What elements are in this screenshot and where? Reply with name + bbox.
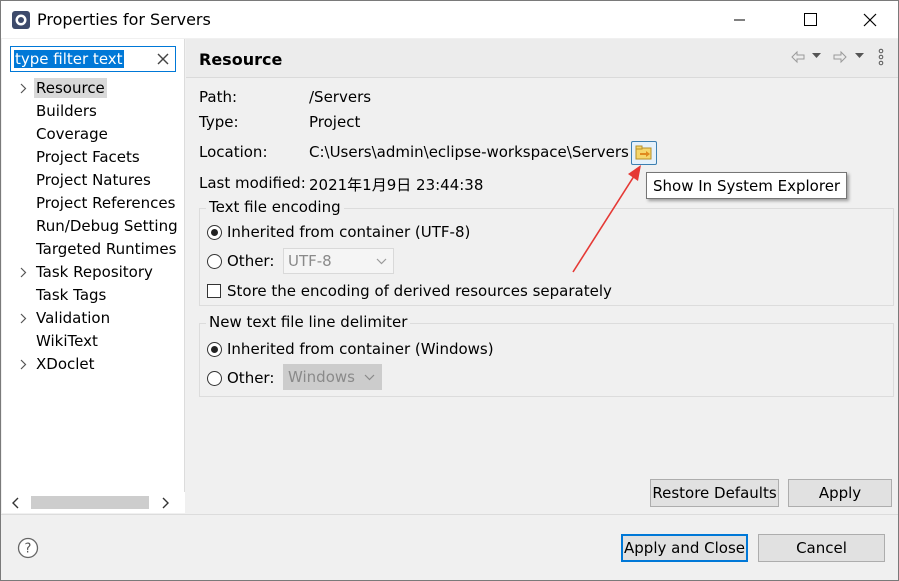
properties-dialog: Properties for Servers type filter text … bbox=[0, 0, 899, 581]
annotation-arrow bbox=[572, 165, 641, 273]
help-icon[interactable]: ? bbox=[17, 537, 39, 559]
dialog-button-bar: ? Apply and Close Cancel bbox=[1, 514, 898, 580]
apply-and-close-button[interactable]: Apply and Close bbox=[621, 534, 748, 562]
svg-text:?: ? bbox=[25, 542, 32, 557]
cancel-button[interactable]: Cancel bbox=[758, 534, 885, 562]
